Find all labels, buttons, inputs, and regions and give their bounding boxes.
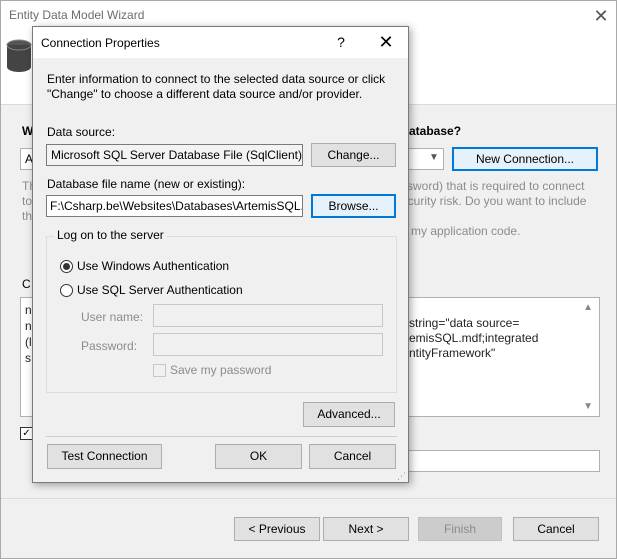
sql-auth-label[interactable]: Use SQL Server Authentication (77, 283, 243, 297)
wizard-title: Entity Data Model Wizard (9, 8, 145, 22)
scroll-up-icon[interactable]: ▲ (583, 302, 593, 313)
radio-selected-dot (63, 263, 70, 270)
database-file-input[interactable]: F:\Csharp.be\Websites\Databases\ArtemisS… (46, 195, 303, 217)
database-file-label: Database file name (new or existing): (47, 177, 246, 191)
help-icon[interactable]: ? (329, 31, 353, 53)
data-source-field: Microsoft SQL Server Database File (SqlC… (46, 144, 303, 166)
resize-grip-icon[interactable]: ⋰ (397, 471, 407, 481)
wizard-divider (1, 498, 616, 499)
dialog-instructions: Enter information to connect to the sele… (47, 72, 386, 101)
wizard-cancel-button[interactable]: Cancel (513, 517, 599, 541)
previous-button[interactable]: < Previous (234, 517, 320, 541)
entity-name-field[interactable] (406, 450, 600, 472)
ok-button[interactable]: OK (215, 444, 302, 469)
username-label: User name: (81, 310, 144, 324)
database-icon (6, 39, 32, 72)
connection-string-text: string="data source= emisSQL.mdf;integra… (409, 316, 539, 360)
dialog-divider (46, 436, 397, 437)
test-connection-button[interactable]: Test Connection (47, 444, 162, 469)
windows-auth-radio[interactable] (60, 260, 73, 273)
chevron-down-icon: ▼ (429, 152, 439, 163)
new-connection-button[interactable]: New Connection... (452, 147, 598, 171)
wizard-description: ssword) that is required to connect ecur… (401, 179, 587, 238)
scroll-down-icon[interactable]: ▼ (583, 401, 593, 412)
dialog-title-bar: Connection Properties ? ✕ (33, 27, 408, 58)
connection-string-label: C (22, 277, 31, 291)
connection-properties-dialog: Connection Properties ? ✕ Enter informat… (32, 26, 409, 483)
dialog-title: Connection Properties (41, 36, 160, 50)
connection-string-left-text: n n (l s (25, 303, 32, 365)
browse-button[interactable]: Browse... (311, 194, 396, 218)
wizard-close-icon[interactable]: ✕ (589, 5, 613, 27)
password-field (153, 333, 383, 356)
logon-group-label: Log on to the server (54, 228, 167, 242)
finish-button[interactable]: Finish (418, 517, 502, 541)
data-source-label: Data source: (47, 125, 116, 139)
dialog-close-icon[interactable]: ✕ (373, 31, 399, 53)
password-label: Password: (81, 339, 138, 353)
save-password-checkbox (153, 364, 166, 377)
advanced-button[interactable]: Advanced... (303, 402, 395, 427)
wizard-question-heading: atabase? (409, 124, 462, 138)
save-password-label: Save my password (170, 363, 272, 377)
username-field (153, 304, 383, 327)
sql-auth-radio[interactable] (60, 284, 73, 297)
dialog-cancel-button[interactable]: Cancel (309, 444, 396, 469)
next-button[interactable]: Next > (323, 517, 409, 541)
windows-auth-label[interactable]: Use Windows Authentication (77, 259, 229, 273)
change-button[interactable]: Change... (311, 143, 396, 167)
